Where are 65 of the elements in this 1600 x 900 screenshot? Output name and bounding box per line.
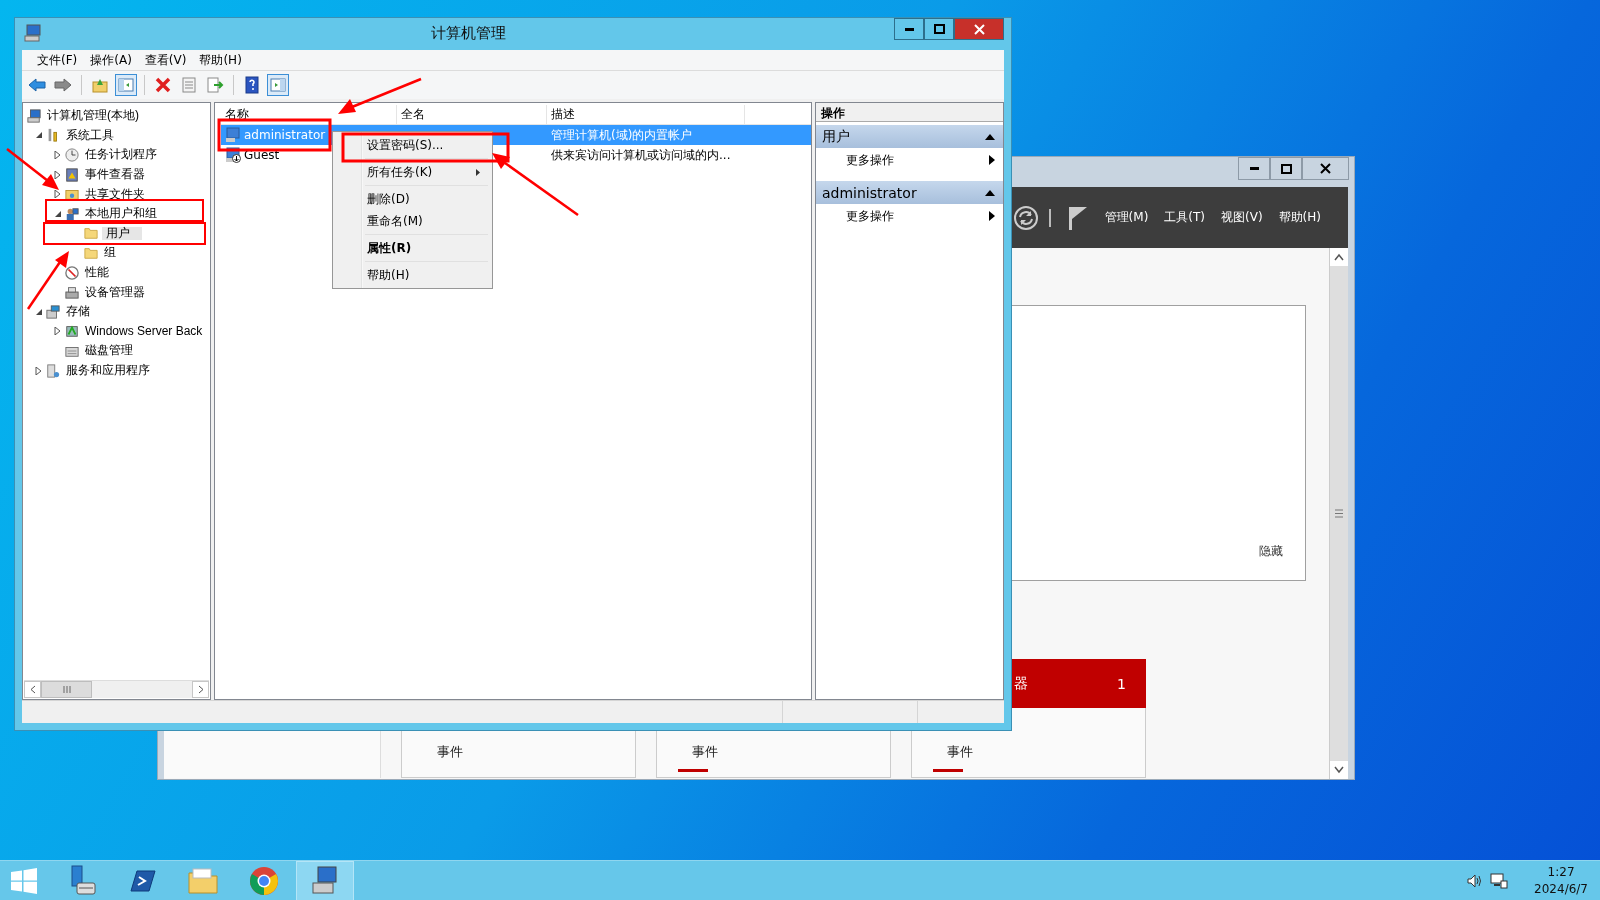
tile-title: 器 (1014, 674, 1028, 693)
tree-item[interactable]: 设备管理器 (51, 285, 147, 300)
tree-item[interactable]: 事件查看器 (51, 167, 147, 182)
menu-item[interactable]: 帮助(H) (335, 264, 490, 286)
action-item[interactable]: 更多操作 (816, 204, 1003, 228)
clock[interactable]: 1:27 2024/6/7 (1534, 864, 1588, 898)
tree-item[interactable]: 存储 (32, 304, 92, 319)
actions-header: 操作 (816, 103, 1003, 122)
menu-item[interactable]: 操作(A) (90, 51, 132, 69)
tree-item[interactable]: 共享文件夹 (51, 187, 147, 202)
tree-label: 用户 (102, 226, 142, 240)
tree-item[interactable]: 磁盘管理 (51, 343, 135, 358)
section-title: 用户 (822, 127, 850, 146)
tree-label: 事件查看器 (84, 168, 146, 182)
tree-item[interactable]: 计算机管理(本地) (27, 108, 141, 123)
section-title: administrator (822, 184, 917, 201)
column-header[interactable]: 描述 (547, 105, 745, 124)
menu-item[interactable]: 帮助(H) (1278, 209, 1321, 226)
tree-label: 性能 (84, 266, 110, 280)
tile-label[interactable]: 事件 (947, 743, 973, 761)
tile-label[interactable]: 事件 (437, 743, 463, 761)
menu-item[interactable]: 重命名(M) (335, 210, 490, 232)
tree-label: 共享文件夹 (84, 187, 146, 201)
tree-label: 任务计划程序 (84, 148, 158, 162)
menu-item[interactable]: 视图(V) (1221, 209, 1263, 226)
section-header[interactable]: 用户 (816, 125, 1003, 148)
user-description: 管理计算机(域)的内置帐户 (551, 126, 693, 144)
user-name: administrator (244, 128, 326, 142)
tile-label[interactable]: 事件 (692, 743, 718, 761)
tree-label: 本地用户和组 (84, 207, 158, 221)
menu-item[interactable]: 文件(F) (37, 51, 78, 69)
action-label: 更多操作 (846, 207, 894, 225)
clock-date: 2024/6/7 (1534, 881, 1588, 898)
tree-label: 计算机管理(本地) (46, 109, 140, 123)
menu-item[interactable]: 所有任务(K) (335, 161, 490, 183)
tree-label: 系统工具 (65, 128, 115, 142)
tree-label: 设备管理器 (84, 285, 146, 299)
menu-item[interactable]: 管理(M) (1104, 209, 1149, 226)
tree-label: 服务和应用程序 (65, 364, 151, 377)
tree-item[interactable]: 服务和应用程序 (32, 363, 152, 378)
tree-item[interactable]: 系统工具 (32, 128, 116, 143)
menu-item[interactable]: 属性(R) (335, 237, 490, 259)
tree-label: 磁盘管理 (84, 344, 134, 358)
menu-item[interactable]: 帮助(H) (199, 51, 242, 69)
action-item[interactable]: 更多操作 (816, 148, 1003, 172)
clock-time: 1:27 (1547, 864, 1575, 881)
tree-item[interactable]: 用户 (70, 226, 142, 241)
section-header[interactable]: administrator (816, 181, 1003, 204)
tree-label: 存储 (65, 305, 91, 319)
window-title: 计算机管理 (429, 23, 507, 43)
user-description: 供来宾访问计算机或访问域的内... (551, 146, 731, 164)
tree-item[interactable]: 组 (70, 245, 118, 260)
tree-item[interactable]: Windows Server Back (51, 324, 205, 339)
menu-item[interactable]: 查看(V) (144, 51, 187, 69)
tree-label: Windows Server Back (84, 324, 204, 338)
tree-item[interactable]: 任务计划程序 (51, 148, 159, 162)
tree-item[interactable]: 性能 (51, 265, 111, 280)
tree-label: 组 (103, 246, 117, 260)
column-header[interactable]: 全名 (397, 105, 547, 124)
hide-link[interactable]: 隐藏 (1259, 543, 1283, 560)
action-label: 更多操作 (846, 151, 894, 169)
menu-item[interactable]: 删除(D) (335, 188, 490, 210)
menu-item[interactable]: 工具(T) (1164, 209, 1206, 226)
tree-item[interactable]: 本地用户和组 (51, 206, 159, 221)
tile-count: 1 (1117, 675, 1126, 692)
